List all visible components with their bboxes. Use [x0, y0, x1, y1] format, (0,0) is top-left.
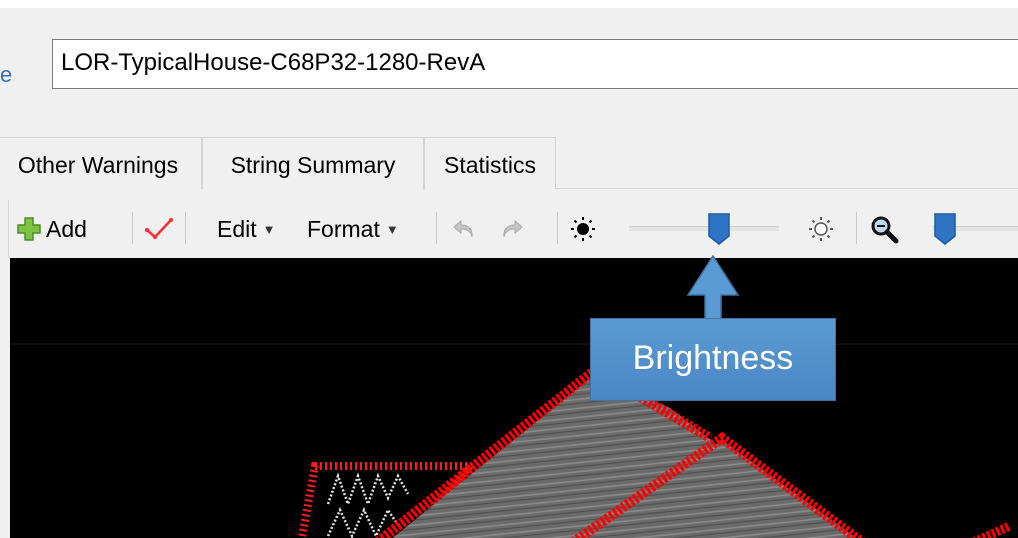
connect-button[interactable] — [144, 200, 174, 258]
plus-icon — [17, 217, 41, 241]
toolbar-separator — [132, 212, 133, 244]
redo-button[interactable] — [499, 200, 525, 258]
slider-thumb[interactable] — [933, 212, 957, 246]
tab-statistics[interactable]: Statistics — [424, 137, 556, 189]
preview-name-field[interactable]: LOR-TypicalHouse-C68P32-1280-RevA — [52, 39, 1018, 89]
format-label: Format — [307, 215, 380, 242]
tab-string-summary[interactable]: String Summary — [202, 137, 424, 189]
zoom-button[interactable] — [869, 200, 899, 258]
tab-other-warnings[interactable]: Other Warnings — [0, 137, 202, 189]
checkmark-icon — [145, 218, 173, 239]
toolbar-separator — [185, 212, 186, 244]
toolbar-separator — [856, 212, 857, 244]
brightness-low-icon — [571, 217, 595, 241]
undo-icon — [453, 219, 473, 238]
redo-icon — [503, 219, 523, 238]
right-roof-outline — [971, 521, 1012, 538]
brightness-slider[interactable] — [621, 200, 791, 258]
brightness-down-button[interactable] — [569, 200, 597, 258]
zoom-slider[interactable] — [925, 200, 1018, 258]
preview-canvas[interactable] — [10, 258, 1018, 538]
title-strip — [0, 0, 1018, 8]
brightness-callout: Brightness — [590, 255, 836, 403]
cut-off-label: e — [0, 62, 13, 87]
slider-track — [629, 226, 779, 231]
chevron-down-icon: ▼ — [262, 221, 276, 237]
callout-label: Brightness — [590, 318, 836, 401]
chevron-down-icon: ▼ — [385, 221, 399, 237]
toolbar-separator — [557, 212, 558, 244]
brightness-high-icon — [809, 217, 833, 241]
edit-menu[interactable]: Edit ▼ — [217, 200, 276, 258]
house-preview-drawing — [10, 343, 1018, 538]
sequence-info-panel: e LOR-TypicalHouse-C68P32-1280-RevA — [0, 8, 1018, 138]
toolbar: Add Edit ▼ Format ▼ — [8, 200, 1018, 258]
zoom-icon — [871, 216, 899, 244]
edit-label: Edit — [217, 215, 257, 242]
undo-button[interactable] — [451, 200, 477, 258]
brightness-up-button[interactable] — [807, 200, 835, 258]
tab-bar: Other Warnings String Summary Statistics — [0, 137, 1018, 189]
toolbar-separator — [436, 212, 437, 244]
add-label: Add — [46, 215, 87, 242]
add-button[interactable]: Add — [17, 200, 87, 258]
slider-thumb[interactable] — [707, 212, 731, 246]
callout-arrow — [686, 255, 740, 320]
format-menu[interactable]: Format ▼ — [307, 200, 399, 258]
